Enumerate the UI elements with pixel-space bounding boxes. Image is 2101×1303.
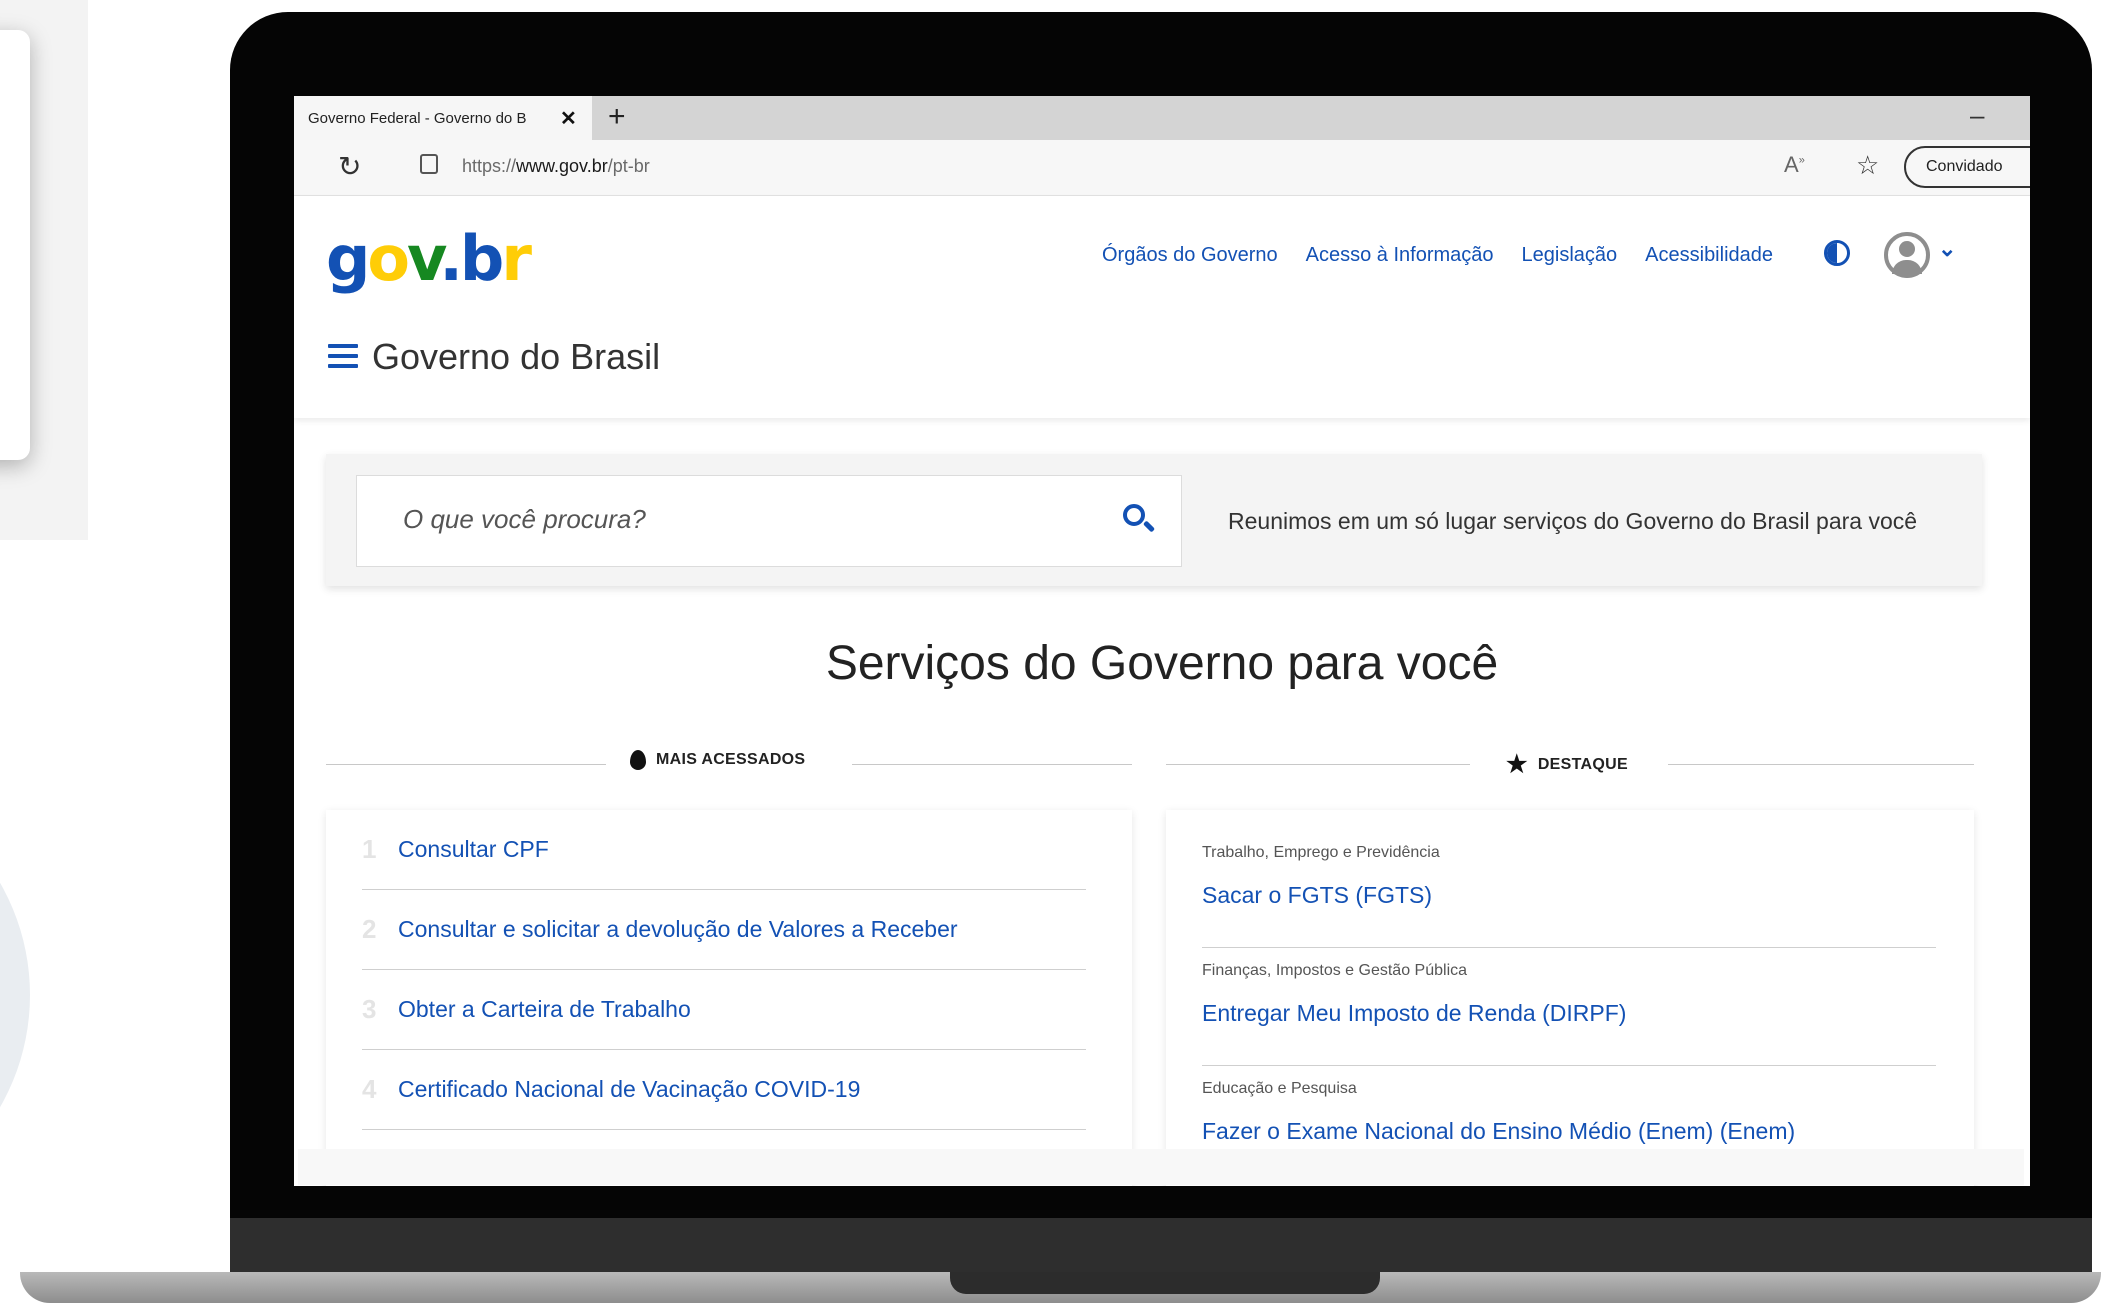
highlight-category: Trabalho, Emprego e Previdência — [1202, 844, 1440, 861]
tab-title: Governo Federal - Governo do B — [308, 109, 527, 127]
highlight-link[interactable]: Entregar Meu Imposto de Renda (DIRPF) — [1202, 1000, 1626, 1027]
reload-icon[interactable]: ↻ — [338, 150, 361, 183]
laptop-chin — [230, 1218, 2092, 1276]
address-bar: ↻ https://www.gov.br/pt-br A» ☆ Convidad… — [294, 140, 2030, 196]
highlights-card: Trabalho, Emprego e Previdência Sacar o … — [1166, 810, 1974, 1186]
chevron-down-icon[interactable]: ⌄ — [1938, 236, 1956, 262]
browser-tab[interactable]: Governo Federal - Governo do B ✕ — [294, 96, 592, 140]
rank-number: 4 — [362, 1074, 377, 1104]
background-circle — [0, 770, 30, 1220]
highlight-category: Finanças, Impostos e Gestão Pública — [1202, 962, 1468, 979]
contrast-icon[interactable] — [1824, 240, 1850, 266]
user-avatar-icon[interactable] — [1884, 232, 1930, 278]
service-link[interactable]: Consultar e solicitar a devolução de Val… — [398, 916, 958, 943]
service-link[interactable]: Obter a Carteira de Trabalho — [398, 996, 691, 1023]
tab-strip: Governo Federal - Governo do B ✕ + – — [294, 96, 2030, 140]
tab-close-icon[interactable]: ✕ — [560, 106, 577, 131]
lock-icon[interactable] — [420, 154, 438, 174]
search-input[interactable] — [403, 504, 1043, 535]
highlight-heading: ★ DESTAQUE — [1506, 750, 1628, 779]
most-accessed-heading: MAIS ACESSADOS — [630, 750, 805, 770]
section-title: Serviços do Governo para você — [825, 637, 1499, 690]
search-icon[interactable] — [1121, 502, 1157, 538]
screen-bottom-edge — [298, 1149, 2024, 1185]
list-item[interactable]: 3 Obter a Carteira de Trabalho — [362, 970, 1086, 1050]
site-title: Governo do Brasil — [372, 336, 661, 377]
url-path: /pt-br — [607, 156, 650, 176]
url-prefix: https:// — [462, 156, 517, 176]
url-field[interactable]: https://www.gov.br/pt-br — [462, 156, 650, 177]
service-link[interactable]: Consultar CPF — [398, 836, 549, 863]
rank-number: 1 — [362, 834, 377, 864]
new-tab-icon[interactable]: + — [608, 100, 626, 134]
divider — [326, 764, 606, 765]
nav-legislacao[interactable]: Legislação — [1522, 244, 1618, 267]
top-navigation: Órgãos do Governo Acesso à Informação Le… — [1102, 244, 1773, 267]
divider — [1166, 764, 1470, 765]
laptop-notch — [950, 1272, 1380, 1294]
govbr-logo[interactable]: gov.br — [326, 222, 532, 295]
highlight-item[interactable]: Finanças, Impostos e Gestão Pública Entr… — [1202, 948, 1936, 1066]
star-icon: ★ — [1506, 751, 1528, 778]
most-accessed-label: MAIS ACESSADOS — [656, 751, 806, 768]
stage: Governo Federal - Governo do B ✕ + – ↻ h… — [0, 0, 2101, 1303]
read-aloud-icon[interactable]: A» — [1784, 152, 1805, 178]
fire-icon — [630, 750, 646, 770]
nav-acessibilidade[interactable]: Acessibilidade — [1645, 244, 1773, 267]
service-link[interactable]: Certificado Nacional de Vacinação COVID-… — [398, 1076, 860, 1103]
hamburger-menu-icon[interactable] — [328, 344, 358, 368]
url-host: www.gov.br — [516, 156, 608, 176]
background-card — [0, 30, 30, 460]
profile-button[interactable]: Convidado — [1904, 146, 2030, 188]
browser-window: Governo Federal - Governo do B ✕ + – ↻ h… — [294, 96, 2030, 1186]
most-accessed-card: 1 Consultar CPF 2 Consultar e solicitar … — [326, 810, 1132, 1186]
highlight-label: DESTAQUE — [1537, 755, 1628, 773]
search-box — [356, 475, 1182, 567]
site-header: gov.br Órgãos do Governo Acesso à Inform… — [294, 196, 2030, 418]
search-tagline: Reunimos em um só lugar serviços do Gove… — [1228, 508, 1918, 534]
nav-acesso-a-informacao[interactable]: Acesso à Informação — [1306, 244, 1494, 267]
minimize-icon[interactable]: – — [1970, 100, 1984, 131]
highlight-item[interactable]: Trabalho, Emprego e Previdência Sacar o … — [1202, 830, 1936, 948]
highlight-link[interactable]: Sacar o FGTS (FGTS) — [1202, 882, 1432, 909]
nav-orgaos-do-governo[interactable]: Órgãos do Governo — [1102, 244, 1278, 267]
list-item[interactable]: 1 Consultar CPF — [362, 810, 1086, 890]
list-item[interactable]: 4 Certificado Nacional de Vacinação COVI… — [362, 1050, 1086, 1130]
highlight-link[interactable]: Fazer o Exame Nacional do Ensino Médio (… — [1202, 1118, 1795, 1145]
rank-number: 3 — [362, 994, 377, 1024]
list-item[interactable]: 2 Consultar e solicitar a devolução de V… — [362, 890, 1086, 970]
divider — [1668, 764, 1974, 765]
rank-number: 2 — [362, 914, 377, 944]
favorites-icon[interactable]: ☆ — [1856, 150, 1879, 181]
divider — [852, 764, 1132, 765]
highlight-category: Educação e Pesquisa — [1202, 1080, 1357, 1097]
